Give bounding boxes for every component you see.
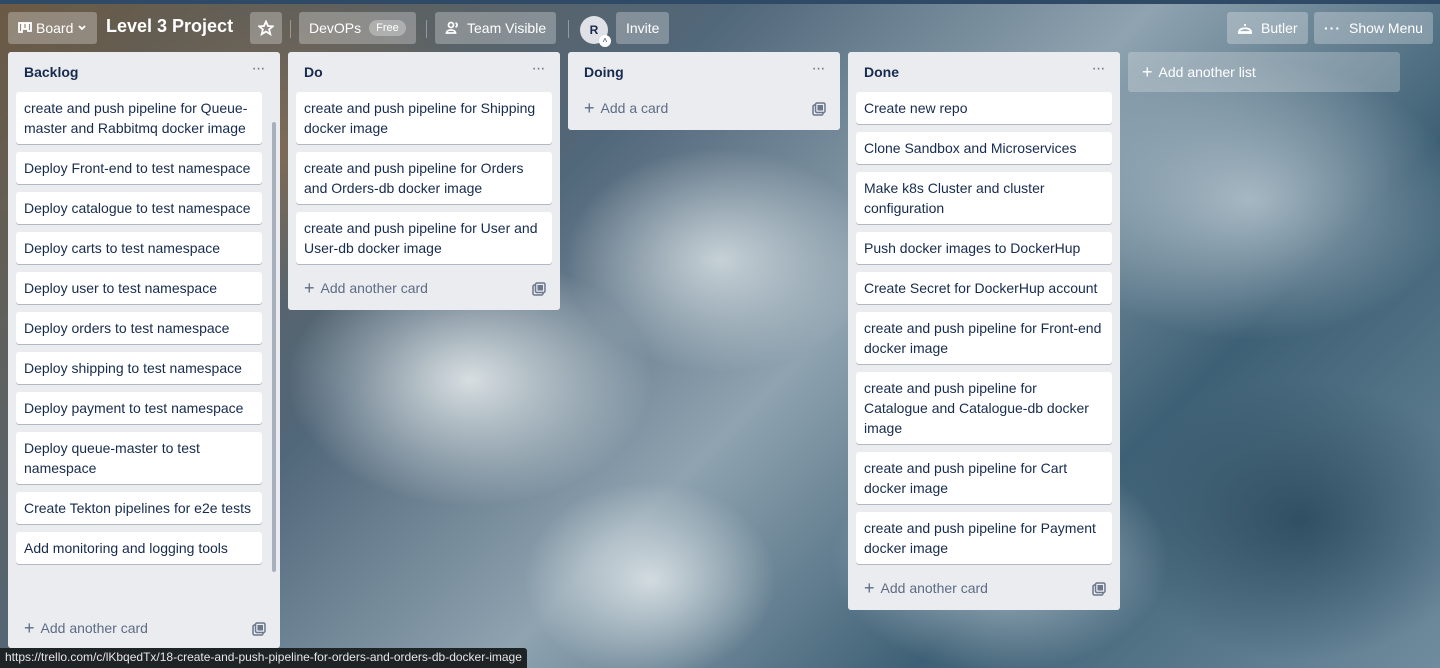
card-template-icon[interactable] xyxy=(252,622,266,636)
list-menu-icon[interactable]: ··· xyxy=(526,60,550,84)
card[interactable]: create and push pipeline for Catalogue a… xyxy=(856,372,1112,444)
add-card-button[interactable]: + Add another card xyxy=(864,579,988,597)
butler-label: Butler xyxy=(1261,20,1298,36)
add-card-button[interactable]: + Add another card xyxy=(304,279,428,297)
list-title[interactable]: Doing xyxy=(584,64,624,80)
list-menu-icon[interactable]: ··· xyxy=(246,60,270,84)
card[interactable]: Add monitoring and logging tools xyxy=(16,532,262,564)
show-menu-label: Show Menu xyxy=(1349,20,1423,36)
list-title[interactable]: Backlog xyxy=(24,64,78,80)
star-button[interactable] xyxy=(250,12,282,44)
card[interactable]: Deploy catalogue to test namespace xyxy=(16,192,262,224)
board-switcher-button[interactable]: Board xyxy=(8,12,98,44)
member-avatar[interactable]: R ^ xyxy=(580,16,611,47)
list-backlog: Backlog ··· create and push pipeline for… xyxy=(8,52,280,648)
card[interactable]: Create Secret for DockerHup account xyxy=(856,272,1112,304)
list-scrollbar[interactable] xyxy=(272,122,276,572)
card[interactable]: create and push pipeline for Front-end d… xyxy=(856,312,1112,364)
chevron-down-icon xyxy=(78,25,86,31)
butler-button[interactable]: Butler xyxy=(1227,12,1308,44)
header-divider xyxy=(568,20,569,38)
card[interactable]: create and push pipeline for Queue-maste… xyxy=(16,92,262,144)
show-menu-button[interactable]: ··· Show Menu xyxy=(1314,12,1433,44)
card[interactable]: create and push pipeline for Orders and … xyxy=(296,152,552,204)
team-plan-badge: Free xyxy=(369,20,406,36)
list-menu-icon[interactable]: ··· xyxy=(1086,60,1110,84)
plus-icon: + xyxy=(1142,61,1153,82)
more-dots-icon: ··· xyxy=(1324,20,1341,36)
list-done: Done ··· Create new repo Clone Sandbox a… xyxy=(848,52,1120,610)
add-card-button[interactable]: + Add a card xyxy=(584,99,668,117)
plus-icon: + xyxy=(304,278,315,298)
visibility-button[interactable]: Team Visible xyxy=(435,12,557,44)
card[interactable]: Deploy Front-end to test namespace xyxy=(16,152,262,184)
board-icon xyxy=(18,22,32,33)
plus-icon: + xyxy=(584,98,595,118)
board-title[interactable]: Level 3 Project xyxy=(106,16,233,37)
header-divider xyxy=(426,20,427,38)
team-button[interactable]: DevOPs Free xyxy=(299,12,416,44)
avatar-initial: R xyxy=(589,23,599,37)
card[interactable]: Deploy orders to test namespace xyxy=(16,312,262,344)
invite-button[interactable]: Invite xyxy=(616,12,670,44)
visibility-label: Team Visible xyxy=(467,20,547,36)
card[interactable]: Push docker images to DockerHup xyxy=(856,232,1112,264)
card[interactable]: Deploy shipping to test namespace xyxy=(16,352,262,384)
card[interactable]: Deploy carts to test namespace xyxy=(16,232,262,264)
team-name: DevOPs xyxy=(309,20,362,36)
add-card-label: Add another card xyxy=(320,280,428,296)
card[interactable]: Deploy queue-master to test namespace xyxy=(16,432,262,484)
add-list-label: Add another list xyxy=(1158,64,1256,80)
invite-label: Invite xyxy=(626,20,660,36)
add-list-button[interactable]: + Add another list xyxy=(1128,52,1400,92)
list-do: Do ··· create and push pipeline for Ship… xyxy=(288,52,560,310)
add-card-button[interactable]: + Add another card xyxy=(24,619,148,637)
card[interactable]: Deploy payment to test namespace xyxy=(16,392,262,424)
board-header: Board Level 3 Project DevOPs Free Team V… xyxy=(0,4,1440,52)
list-title[interactable]: Do xyxy=(304,64,323,80)
header-divider xyxy=(290,20,291,38)
admin-chevron-icon: ^ xyxy=(599,35,611,47)
card[interactable]: Create new repo xyxy=(856,92,1112,124)
card[interactable]: Make k8s Cluster and cluster configurati… xyxy=(856,172,1112,224)
butler-bell-icon xyxy=(1238,24,1252,34)
add-card-label: Add another card xyxy=(40,620,148,636)
plus-icon: + xyxy=(24,618,35,638)
card-template-icon[interactable] xyxy=(532,282,546,296)
card-template-icon[interactable] xyxy=(812,102,826,116)
card[interactable]: Create Tekton pipelines for e2e tests xyxy=(16,492,262,524)
card-template-icon[interactable] xyxy=(1092,582,1106,596)
card[interactable]: Deploy user to test namespace xyxy=(16,272,262,304)
card-container: create and push pipeline for Queue-maste… xyxy=(8,92,280,614)
card[interactable]: Clone Sandbox and Microservices xyxy=(856,132,1112,164)
star-icon xyxy=(258,20,274,36)
list-title[interactable]: Done xyxy=(864,64,899,80)
card[interactable]: create and push pipeline for Shipping do… xyxy=(296,92,552,144)
card[interactable]: create and push pipeline for Cart docker… xyxy=(856,452,1112,504)
add-card-label: Add another card xyxy=(880,580,988,596)
card[interactable]: create and push pipeline for User and Us… xyxy=(296,212,552,264)
list-menu-icon[interactable]: ··· xyxy=(806,60,830,84)
add-card-label: Add a card xyxy=(600,100,669,116)
plus-icon: + xyxy=(864,578,875,598)
board-switcher-label: Board xyxy=(36,20,74,36)
list-doing: Doing ··· + Add a card xyxy=(568,52,840,130)
team-visible-icon xyxy=(445,21,458,34)
status-bar-url: https://trello.com/c/lKbqedTx/18-create-… xyxy=(0,648,527,668)
card[interactable]: create and push pipeline for Payment doc… xyxy=(856,512,1112,564)
